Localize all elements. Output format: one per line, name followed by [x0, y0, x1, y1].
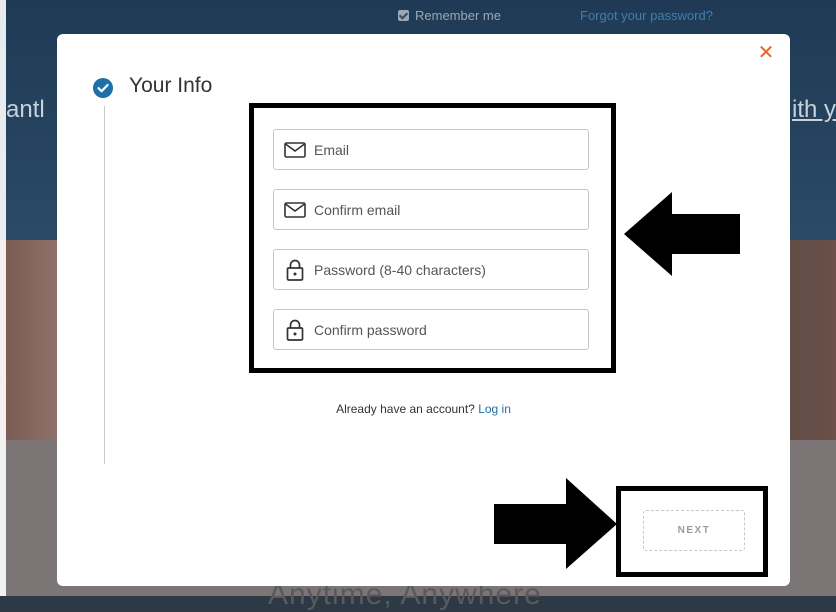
forgot-password-link[interactable]: Forgot your password? — [580, 8, 713, 23]
step-title: Your Info — [129, 74, 213, 97]
email-field[interactable]: Email — [273, 129, 589, 170]
background-headline-fragment-right: ith y — [792, 96, 836, 123]
lock-icon — [276, 249, 314, 290]
password-field[interactable]: Password (8-40 characters) — [273, 249, 589, 290]
confirm-password-field[interactable]: Confirm password — [273, 309, 589, 350]
login-prompt-row: Already have an account? Log in — [57, 402, 790, 416]
annotation-arrow-left-icon — [624, 192, 740, 276]
confirm-password-placeholder: Confirm password — [314, 321, 427, 338]
lock-icon — [276, 309, 314, 350]
next-button[interactable]: NEXT — [643, 510, 745, 551]
email-placeholder: Email — [314, 141, 350, 158]
step-complete-check-icon — [93, 78, 113, 98]
annotation-arrow-right-icon — [494, 478, 617, 569]
close-icon[interactable]: ✕ — [755, 42, 777, 64]
signup-modal: ✕ Your Info Email Confirm email Password… — [57, 34, 790, 586]
login-link[interactable]: Log in — [478, 402, 511, 416]
page-edge — [0, 0, 6, 596]
confirm-email-field[interactable]: Confirm email — [273, 189, 589, 230]
confirm-email-placeholder: Confirm email — [314, 201, 401, 218]
envelope-icon — [276, 129, 314, 170]
background-headline-fragment-left: antl — [6, 96, 45, 123]
password-placeholder: Password (8-40 characters) — [314, 261, 486, 278]
login-prompt-text: Already have an account? — [336, 402, 475, 416]
envelope-icon — [276, 189, 314, 230]
remember-me-checkbox[interactable]: Remember me — [398, 8, 501, 23]
remember-me-label: Remember me — [415, 8, 501, 23]
checkbox-icon — [398, 10, 409, 21]
